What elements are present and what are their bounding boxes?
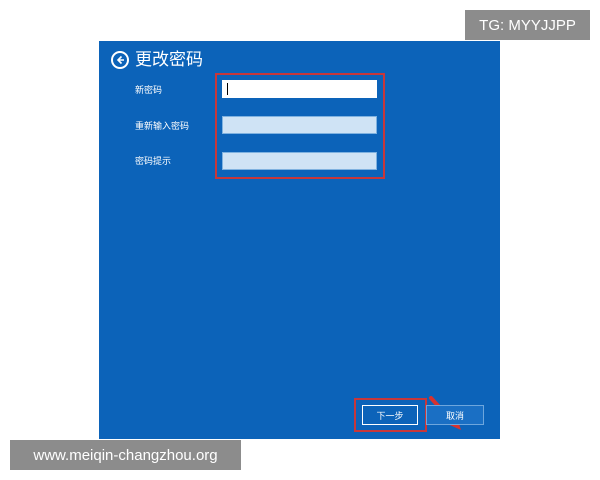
site-watermark: www.meiqin-changzhou.org <box>10 440 241 470</box>
back-arrow-icon[interactable] <box>111 51 129 69</box>
tg-watermark: TG: MYYJJPP <box>465 10 590 40</box>
cancel-button[interactable]: 取消 <box>426 405 484 425</box>
new-password-label: 新密码 <box>135 86 163 96</box>
confirm-password-label: 重新输入密码 <box>135 122 190 132</box>
page-title: 更改密码 <box>135 50 203 70</box>
dialog-header: 更改密码 <box>111 51 203 69</box>
password-hint-label: 密码提示 <box>135 157 172 167</box>
fields-highlight-box <box>215 73 385 179</box>
change-password-dialog: 更改密码 新密码 重新输入密码 密码提示 下一步 取消 <box>99 41 500 439</box>
next-button[interactable]: 下一步 <box>362 405 418 425</box>
